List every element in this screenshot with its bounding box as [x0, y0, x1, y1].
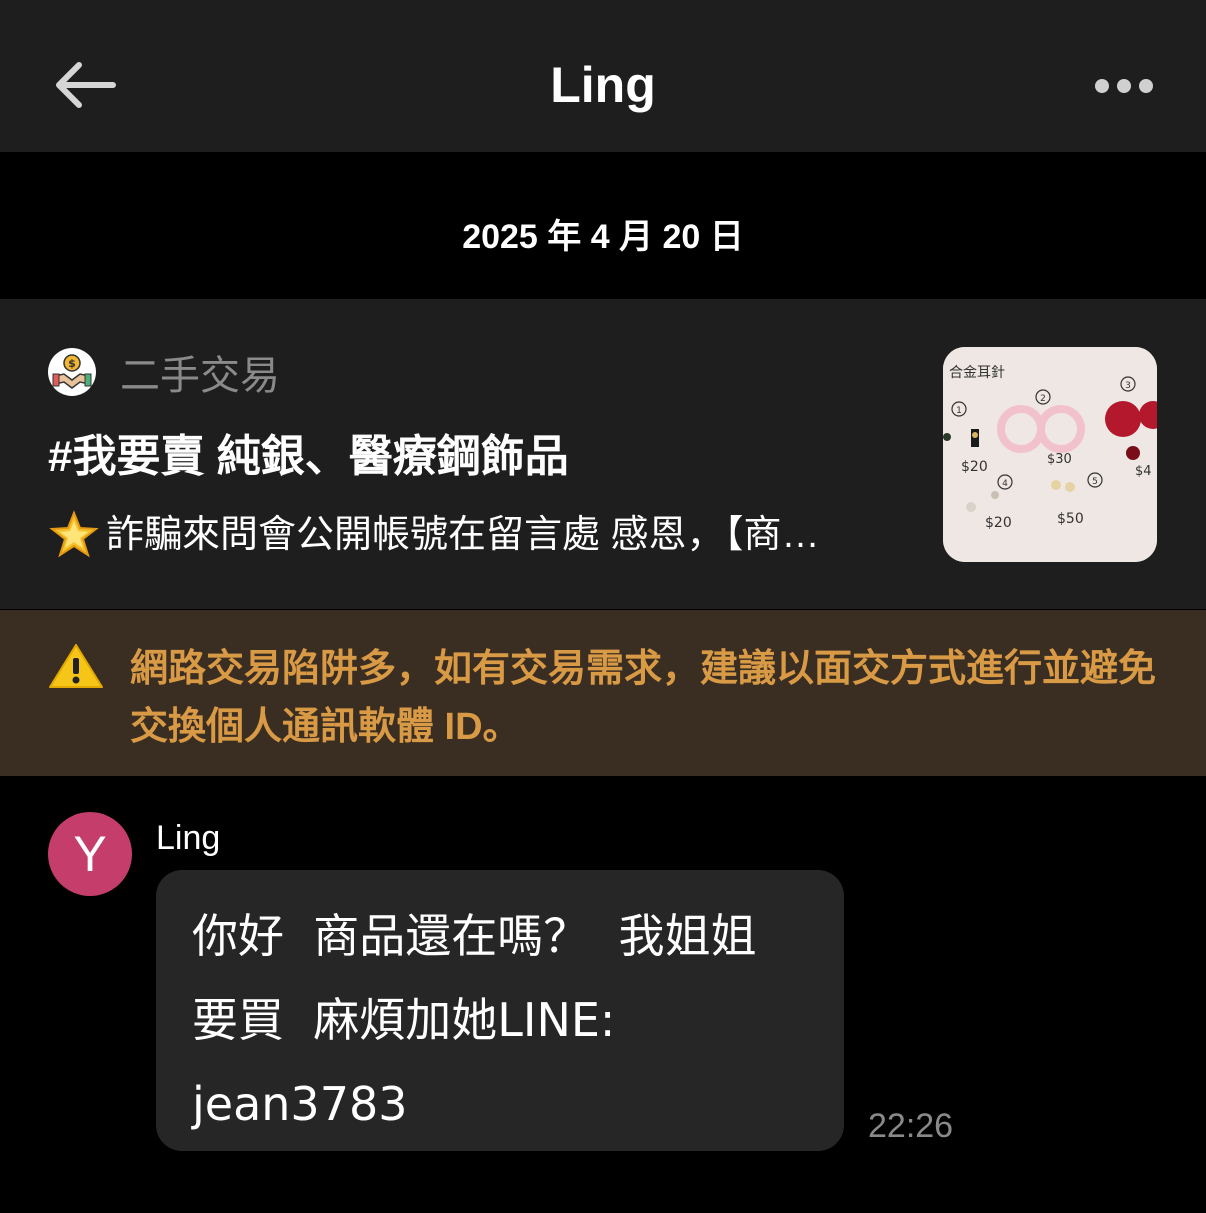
message-timestamp: 22:26 — [868, 1107, 954, 1145]
thumb-num-3: 3 — [1125, 381, 1131, 391]
sender-name: Ling — [156, 819, 221, 857]
listing-preview-text: 詐騙來問會公開帳號在留言處 感恩，【商… — [106, 514, 820, 556]
message-bubble[interactable]: 你好 商品還在嗎？ 我姐姐 要買 麻煩加她LINE: jean3783 — [156, 870, 844, 1151]
glowing-star-icon — [49, 510, 99, 558]
thumb-num-5: 5 — [1092, 477, 1098, 487]
thumb-price-1: $20 — [961, 459, 988, 475]
group-name: 二手交易 — [120, 354, 280, 398]
listing-card[interactable]: $ 二手交易 #我要賣 純銀、醫療鋼飾品 詐騙來問會公開帳號在留言處 感恩，【商… — [0, 299, 1206, 609]
thumb-price-5: $50 — [1057, 511, 1084, 527]
date-separator: 2025 年 4 月 20 日 — [462, 218, 744, 256]
message-text: 你好 商品還在嗎？ 我姐姐 要買 麻煩加她LINE: jean3783 — [192, 909, 757, 1131]
thumb-price-3: $4 — [1135, 464, 1152, 479]
listing-title: #我要賣 純銀、醫療鋼飾品 — [48, 432, 569, 481]
handshake-money-icon: $ — [48, 348, 96, 396]
warning-text: 網路交易陷阱多，如有交易需求，建議以面交方式進行並避免交換個人通訊軟體 ID。 — [130, 648, 1157, 748]
more-icon-dot — [1139, 79, 1153, 93]
listing-thumbnail[interactable]: 合金耳針 1 2 3 4 5 $20 $30 $4 $20 $50 — [943, 347, 1157, 562]
thumb-num-2: 2 — [1040, 394, 1046, 404]
sender-avatar[interactable]: Y — [48, 812, 132, 896]
thumb-price-2: $30 — [1047, 452, 1072, 467]
group-row: $ 二手交易 — [48, 347, 280, 398]
chat-title: Ling — [550, 57, 656, 113]
svg-text:$: $ — [68, 357, 76, 370]
safety-warning-banner: 網路交易陷阱多，如有交易需求，建議以面交方式進行並避免交換個人通訊軟體 ID。 — [0, 610, 1206, 776]
listing-preview: 詐騙來問會公開帳號在留言處 感恩，【商… — [48, 507, 918, 563]
more-options-button[interactable] — [1084, 60, 1164, 112]
jewelry-photo: 合金耳針 1 2 3 4 5 $20 $30 $4 $20 $50 — [943, 347, 1157, 562]
warning-icon — [49, 644, 103, 688]
more-icon — [1095, 79, 1109, 93]
thumb-price-4: $20 — [985, 515, 1012, 531]
top-bar: Ling — [0, 0, 1206, 152]
thumb-label: 合金耳針 — [949, 365, 1005, 381]
thumb-num-4: 4 — [1002, 479, 1008, 489]
thumb-num-1: 1 — [956, 406, 962, 416]
more-icon-dot — [1117, 79, 1131, 93]
